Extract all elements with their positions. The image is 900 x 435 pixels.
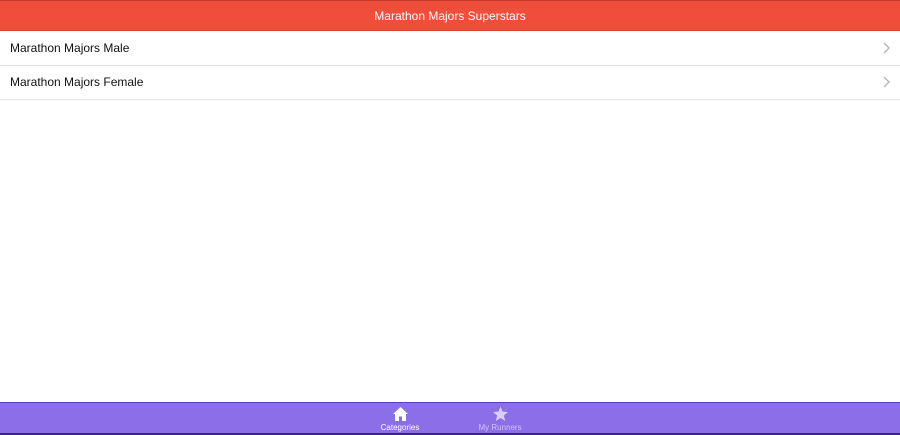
list-item-label: Marathon Majors Female [10,75,144,90]
tab-categories[interactable]: Categories [370,403,430,434]
category-list: Marathon Majors Male Marathon Majors Fem… [0,31,900,100]
tab-my-runners-label: My Runners [478,423,522,432]
tab-my-runners[interactable]: My Runners [470,403,530,434]
list-item-label: Marathon Majors Male [10,40,130,55]
tab-bar: Categories My Runners [0,402,900,435]
chevron-right-icon [883,76,890,88]
chevron-right-icon [883,42,890,54]
page-title: Marathon Majors Superstars [374,8,526,23]
home-icon [392,407,408,421]
app-window: Marathon Majors Superstars Marathon Majo… [0,0,900,435]
header-bar: Marathon Majors Superstars [0,0,900,31]
star-icon [492,406,508,421]
tab-categories-label: Categories [380,423,420,432]
list-item-marathon-majors-female[interactable]: Marathon Majors Female [0,65,900,100]
list-item-marathon-majors-male[interactable]: Marathon Majors Male [0,31,900,66]
